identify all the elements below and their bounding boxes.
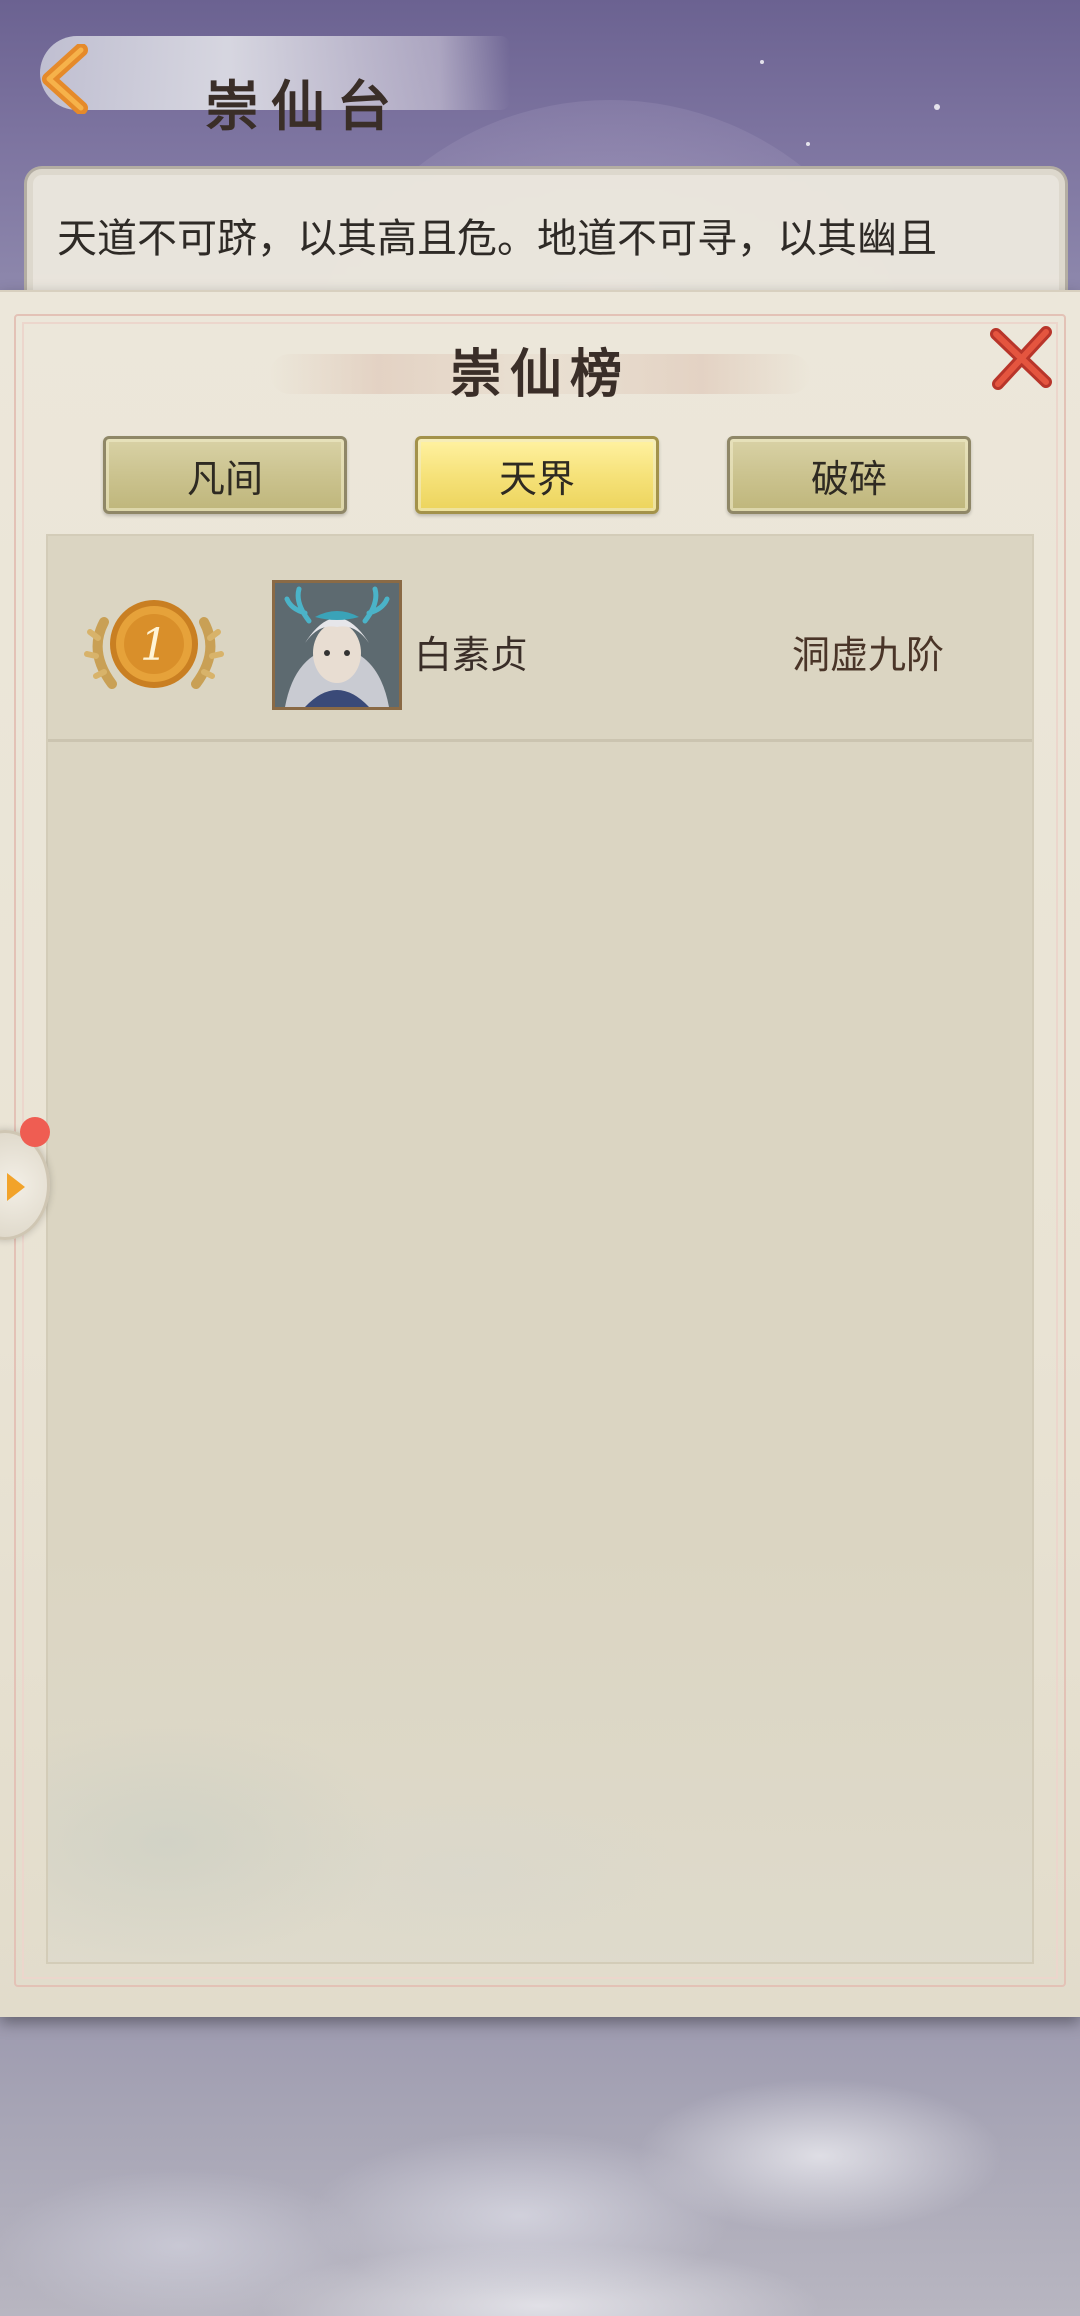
close-icon	[990, 326, 1052, 390]
notification-dot	[20, 1117, 50, 1147]
ranking-row[interactable]: 1 白素贞 洞虚九阶	[48, 536, 1032, 742]
tab-heaven[interactable]: 天界	[415, 436, 659, 514]
top-title-bar: 崇仙台	[0, 14, 520, 138]
character-portrait-icon	[275, 583, 399, 707]
close-button[interactable]	[986, 322, 1056, 392]
page-title: 崇仙台	[205, 74, 403, 138]
player-realm: 洞虚九阶	[792, 633, 945, 677]
avatar[interactable]	[272, 580, 402, 710]
background-star	[934, 104, 940, 110]
ranking-modal: 崇仙榜 凡间 天界 破碎 1 白素贞 洞虚九阶	[0, 290, 1080, 2017]
intro-text: 天道不可跻，以其高且危。地道不可寻，以其幽且	[57, 216, 937, 262]
back-button[interactable]	[30, 44, 100, 114]
arrow-right-icon	[7, 1173, 25, 1201]
rank-number: 1	[140, 620, 168, 671]
rank-medal-icon: 1	[84, 592, 224, 696]
tab-bar: 凡间 天界 破碎	[0, 436, 1080, 516]
list-background-scenery	[48, 1542, 1032, 1962]
player-name: 白素贞	[414, 633, 529, 677]
tab-mortal[interactable]: 凡间	[103, 436, 347, 514]
background-clouds	[0, 1986, 1080, 2316]
tab-shattered[interactable]: 破碎	[727, 436, 971, 514]
ranking-list[interactable]: 1 白素贞 洞虚九阶	[46, 534, 1034, 1964]
chevron-left-icon	[42, 44, 88, 114]
modal-title: 崇仙榜	[449, 344, 630, 405]
background-star	[806, 142, 810, 146]
background-star	[760, 60, 764, 64]
